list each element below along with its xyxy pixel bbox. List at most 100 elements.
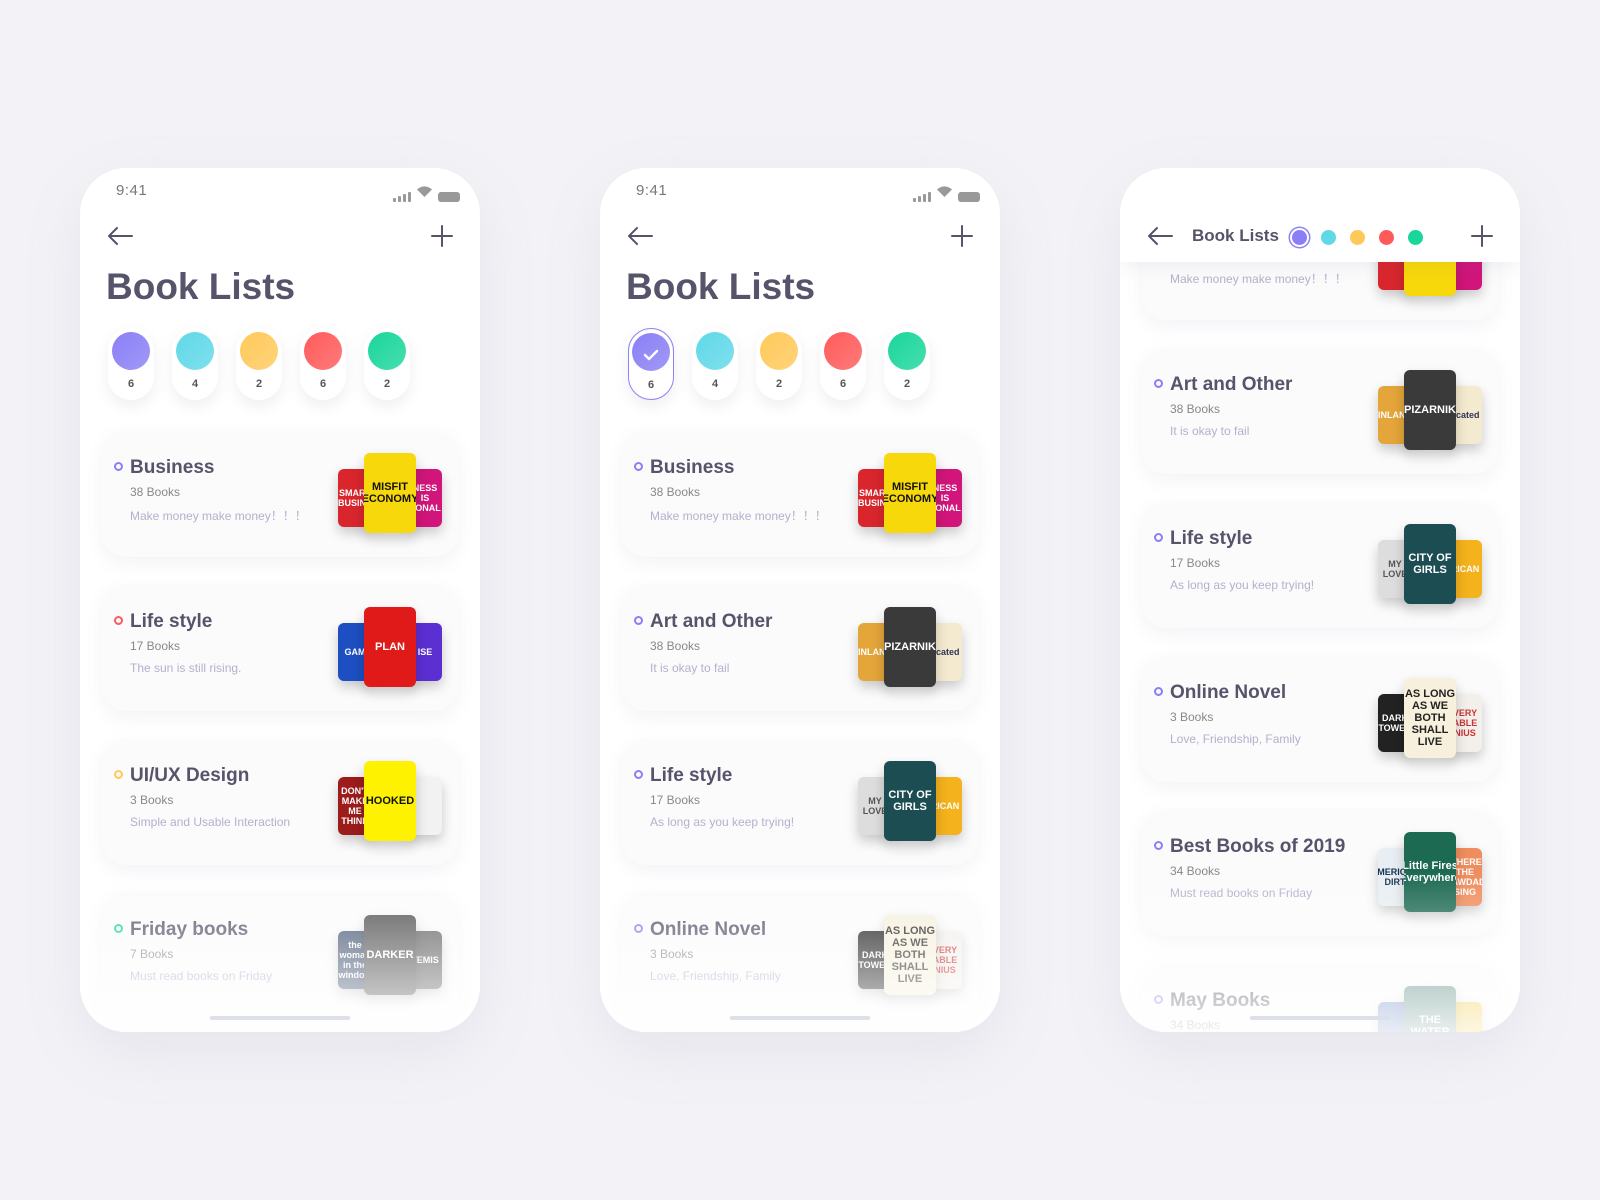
list-description: As long as you keep trying! (650, 815, 795, 829)
book-covers: MY LOVE CITY OF GIRLS RICAN (1378, 524, 1482, 604)
filter-count: 6 (319, 378, 327, 390)
book-list-card[interactable]: Life style 17 Books The sun is still risin… (102, 585, 458, 711)
list-color-dot (1154, 687, 1163, 696)
color-filter-cyan[interactable]: 4 (692, 328, 738, 400)
phone-screen: 9:41 Book Lists 6 4 2 6 2 Business 38 Books Make … (80, 168, 480, 1032)
back-button[interactable] (106, 224, 134, 248)
back-button[interactable] (626, 224, 654, 248)
list-description: It is okay to fail (650, 661, 730, 675)
color-swatch (696, 332, 734, 370)
color-filter-yellow[interactable]: 2 (756, 328, 802, 400)
color-filter-purple[interactable]: 6 (628, 328, 674, 400)
add-list-button[interactable] (430, 224, 454, 248)
color-swatch (304, 332, 342, 370)
list-title: Business (650, 457, 735, 478)
list-color-dot (634, 462, 643, 471)
list-title: UI/UX Design (130, 765, 250, 786)
list-book-count: 17 Books (1170, 556, 1221, 570)
list-book-count: 34 Books (1170, 1018, 1221, 1032)
color-filter-green[interactable]: 2 (884, 328, 930, 400)
list-book-count: 17 Books (650, 793, 701, 807)
filter-count: 2 (775, 378, 783, 390)
book-covers: DARK TOWER AS LONG AS WE BOTH SHALL LIVE V… (858, 915, 962, 995)
back-button[interactable] (1146, 224, 1174, 248)
list-book-count: 17 Books (130, 639, 181, 653)
list-color-dot (1154, 995, 1163, 1004)
list-title: Life style (130, 611, 213, 632)
list-book-count: 7 Books (130, 947, 174, 961)
list-book-count: 38 Books (650, 485, 701, 499)
color-filter-red[interactable]: 6 (820, 328, 866, 400)
list-title: Life style (1170, 528, 1253, 549)
color-filter-purple[interactable] (1292, 230, 1307, 245)
color-swatch (760, 332, 798, 370)
home-indicator (210, 1016, 350, 1020)
book-list-card[interactable]: Online Novel 3 Books Love, Friendship, Fam… (622, 893, 978, 1019)
book-list-card[interactable]: Business 38 Books Make money make money！！！… (102, 431, 458, 557)
book-covers: INLAND PIZARNIK ucated (858, 607, 962, 687)
book-list-card[interactable]: May Books 34 Books THE WATER (1142, 964, 1498, 1032)
book-list-card[interactable]: Best Books of 2019 34 Books Must read book… (1142, 810, 1498, 936)
color-filter-yellow[interactable] (1350, 230, 1365, 245)
book-covers: DARK TOWER AS LONG AS WE BOTH SHALL LIVE V… (1378, 678, 1482, 758)
status-bar: 9:41 (600, 180, 1000, 202)
book-cover: AS LONG AS WE BOTH SHALL LIVE (884, 915, 936, 995)
list-title: Life style (650, 765, 733, 786)
book-list-card[interactable]: UI/UX Design 3 Books Simple and Usable Int… (102, 739, 458, 865)
list-color-dot (1154, 379, 1163, 388)
color-filter-cyan[interactable] (1321, 230, 1336, 245)
list-title: Business (130, 457, 215, 478)
list-title: Art and Other (1170, 374, 1293, 395)
status-time: 9:41 (636, 182, 668, 199)
list-color-dot (634, 616, 643, 625)
book-cover: PLAN (364, 607, 416, 687)
book-covers: SMART BUSINE MISFIT ECONOMY NESS IS SONAL (338, 453, 442, 533)
color-filter-green[interactable]: 2 (364, 328, 410, 400)
status-icons (913, 184, 980, 202)
book-covers: THE WATER (1378, 986, 1482, 1032)
battery-icon (958, 192, 980, 202)
color-filter-purple[interactable]: 6 (108, 328, 154, 400)
book-list-card[interactable]: Life style 17 Books As long as you keep tr… (1142, 502, 1498, 628)
book-list-card[interactable]: Friday books 7 Books Must read books on Fr… (102, 893, 458, 1019)
filter-count: 2 (383, 378, 391, 390)
battery-icon (438, 192, 460, 202)
list-description: Love, Friendship, Family (1170, 732, 1301, 746)
list-color-dot (114, 924, 123, 933)
color-filter-cyan[interactable]: 4 (172, 328, 218, 400)
book-list-card[interactable]: Art and Other 38 Books It is okay to fail I… (1142, 348, 1498, 474)
book-list-card[interactable]: Art and Other 38 Books It is okay to fail I… (622, 585, 978, 711)
list-book-count: 38 Books (650, 639, 701, 653)
filter-count: 6 (127, 378, 135, 390)
list-description: It is okay to fail (1170, 424, 1250, 438)
book-cover: MISFIT ECONOMY (364, 453, 416, 533)
book-list-card[interactable]: Business 38 Books Make money make money！！！… (622, 431, 978, 557)
book-cover: CITY OF GIRLS (1404, 524, 1456, 604)
list-title: Online Novel (650, 919, 767, 940)
filter-count: 6 (839, 378, 847, 390)
list-color-dot (114, 462, 123, 471)
page-title: Book Lists (626, 266, 816, 307)
book-covers: GAM PLAN ISE (338, 607, 442, 687)
color-filter-green[interactable] (1408, 230, 1423, 245)
home-indicator (730, 1016, 870, 1020)
book-covers: AMERICAN DIRTLittle Fires EverywhereWHER… (1378, 832, 1482, 912)
add-list-button[interactable] (1470, 224, 1494, 248)
book-list-card[interactable]: Online Novel 3 Books Love, Friendship, Fam… (1142, 656, 1498, 782)
phone-screen: 9:41Book ListsBusiness38 BooksMake money… (1120, 168, 1520, 1032)
list-color-dot (634, 924, 643, 933)
color-filter-yellow[interactable]: 2 (236, 328, 282, 400)
color-filter-red[interactable] (1379, 230, 1394, 245)
book-list-card[interactable]: Life style 17 Books As long as you keep tr… (622, 739, 978, 865)
color-filter-red[interactable]: 6 (300, 328, 346, 400)
wifi-icon (417, 184, 432, 202)
list-title: Online Novel (1170, 682, 1287, 703)
color-swatch (112, 332, 150, 370)
add-list-button[interactable] (950, 224, 974, 248)
book-cover: HOOKED (364, 761, 416, 841)
list-book-count: 3 Books (650, 947, 694, 961)
color-filters: 6 4 2 6 2 (108, 328, 410, 400)
filter-count: 2 (903, 378, 911, 390)
book-covers: INLAND PIZARNIK ucated (1378, 370, 1482, 450)
list-title: May Books (1170, 990, 1271, 1011)
